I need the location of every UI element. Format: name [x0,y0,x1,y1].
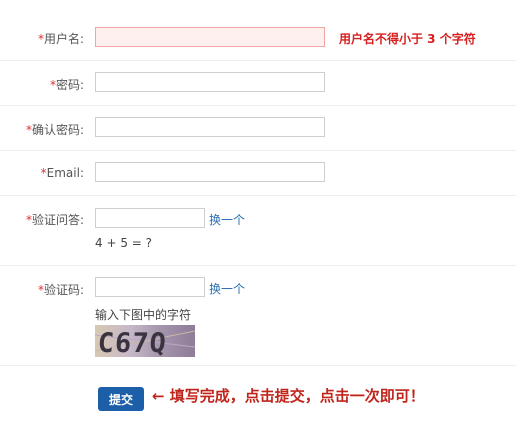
email-row: *Email: [0,150,516,196]
email-label: *Email: [40,166,84,180]
captcha-input[interactable] [95,277,205,297]
qa-label: *验证问答: [25,213,84,227]
captcha-change-link[interactable]: 换一个 [209,280,245,297]
password-input[interactable] [95,72,325,92]
username-input[interactable] [95,27,325,47]
captcha-row: *验证码: 换一个 输入下图中的字符 C67Q [0,265,516,366]
confirm-password-label: *确认密码: [25,123,84,137]
captcha-label: *验证码: [37,283,84,297]
captcha-hint: 输入下图中的字符 [95,308,192,322]
submit-button[interactable]: 提交 [98,387,144,411]
email-input[interactable] [95,162,325,182]
username-error-message: 用户名不得小于 3 个字符 [339,32,476,46]
qa-row: *验证问答: 换一个 4 + 5 = ? [0,195,516,266]
password-label: *密码: [49,78,84,92]
qa-answer-input[interactable] [95,208,205,228]
captcha-image[interactable]: C67Q [95,325,195,357]
qa-change-link[interactable]: 换一个 [209,211,245,228]
confirm-password-input[interactable] [95,117,325,137]
submit-note: ← 填写完成，点击提交，点击一次即可！ [152,387,425,405]
captcha-text: C67Q [97,328,168,357]
confirm-password-row: *确认密码: [0,105,516,151]
username-row: *用户名: 用户名不得小于 3 个字符 [0,14,516,61]
password-row: *密码: [0,60,516,106]
qa-question: 4 + 5 = ? [95,236,153,250]
username-label: *用户名: [37,32,84,46]
